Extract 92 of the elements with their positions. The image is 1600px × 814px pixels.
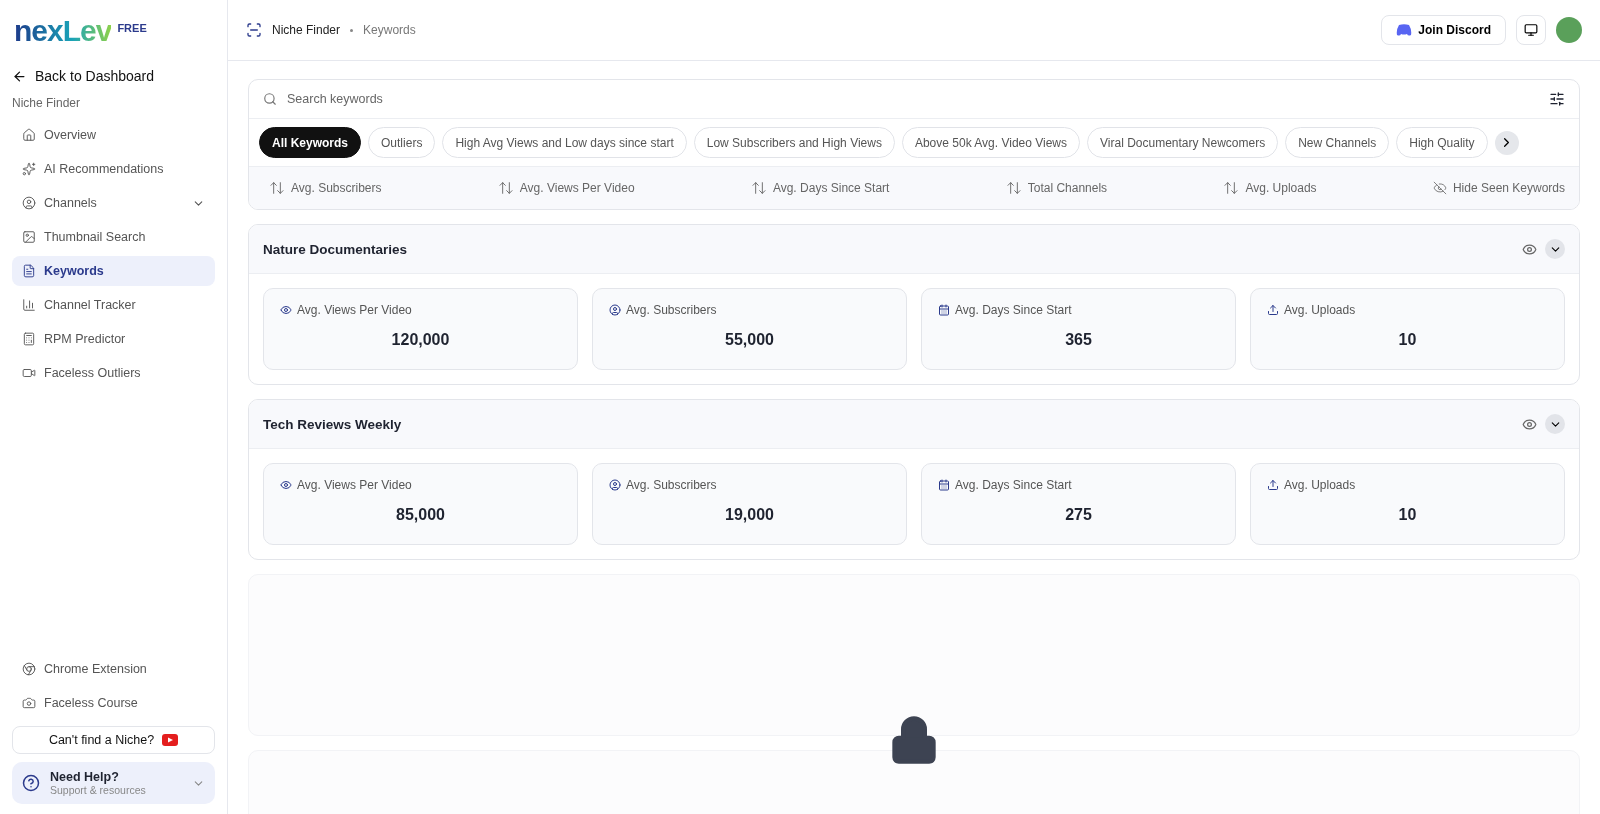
stat-label: Avg. Views Per Video [297, 303, 412, 317]
niche-title: Nature Documentaries [263, 241, 409, 257]
separator-dot [350, 28, 354, 32]
sort-button[interactable]: Total Channels [1005, 180, 1108, 196]
stat-value: 85,000 [395, 506, 446, 524]
sort-button[interactable]: Avg. Views Per Video [497, 180, 635, 196]
stat-label: Avg. Uploads [1284, 478, 1356, 492]
document-icon [22, 264, 36, 278]
calendar-icon [938, 304, 950, 316]
bar-chart-icon [22, 298, 36, 312]
filter-chip[interactable]: Viral Documentary Newcomers [1087, 127, 1279, 158]
help-panel[interactable]: Need Help? Support & resources [12, 762, 215, 804]
sort-icon [1223, 180, 1240, 196]
stat-value: 10 [1397, 331, 1418, 349]
camera-icon [22, 696, 36, 710]
sidebar-item[interactable]: Faceless Outliers [12, 358, 215, 388]
breadcrumb[interactable]: Niche Finder [272, 23, 341, 37]
help-icon [22, 774, 40, 792]
sort-icon [1005, 180, 1022, 196]
sparkle-icon [22, 162, 36, 176]
gamepad-icon [1396, 24, 1413, 36]
sidebar-item[interactable]: AI Recommendations [12, 154, 215, 184]
search-icon [263, 92, 277, 106]
sidebar-link[interactable]: Faceless Course [12, 688, 215, 718]
sort-button[interactable]: Avg. Uploads [1223, 180, 1317, 196]
eye-icon [280, 304, 292, 316]
sidebar-item[interactable]: Overview [12, 120, 215, 150]
video-icon [22, 366, 36, 380]
stat-label: Avg. Subscribers [626, 303, 717, 317]
play-icon [162, 734, 179, 746]
plan-label: FREE [117, 22, 147, 34]
sort-button[interactable]: Avg. Days Since Start [750, 180, 890, 196]
stat-value: 55,000 [724, 331, 775, 349]
image-icon [22, 230, 36, 244]
filter-chip[interactable]: High Avg Views and Low days since start [442, 127, 687, 158]
sort-icon [750, 180, 767, 196]
hide-seen-button[interactable]: Hide Seen Keywords [1432, 181, 1565, 195]
find-niche-button[interactable]: Can't find a Niche? [12, 726, 215, 754]
help-subtitle: Support & resources [50, 784, 147, 796]
next-button[interactable] [1494, 130, 1519, 155]
filter-chip[interactable]: High Quality [1396, 127, 1488, 158]
stat-label: Avg. Days Since Start [955, 478, 1072, 492]
stat-value: 275 [1064, 506, 1093, 524]
stat-value: 19,000 [724, 506, 775, 524]
avatar[interactable] [1556, 17, 1582, 43]
monitor-button[interactable] [1516, 15, 1546, 45]
monitor-icon [1524, 23, 1538, 37]
stat-value: 120,000 [390, 331, 451, 349]
breadcrumb: Keywords [363, 23, 416, 37]
stat-label: Avg. Uploads [1284, 303, 1356, 317]
help-title: Need Help? [50, 770, 120, 784]
sidebar-item[interactable]: Channels [12, 188, 215, 218]
sort-button[interactable]: Avg. Subscribers [269, 180, 382, 196]
search-field[interactable]: Search keywords [285, 91, 1541, 107]
stat-value: 365 [1064, 331, 1093, 349]
niche-title: Tech Reviews Weekly [263, 416, 403, 432]
sidebar-item[interactable]: Channel Tracker [12, 290, 215, 320]
sidebar-item[interactable]: RPM Predictor [12, 324, 215, 354]
sort-icon [497, 180, 514, 196]
stat-label: Avg. Views Per Video [297, 478, 412, 492]
user-icon [609, 479, 621, 491]
filter-chip[interactable]: Low Subscribers and High Views [693, 127, 895, 158]
filter-icon[interactable] [1549, 91, 1565, 107]
sidebar-link[interactable]: Chrome Extension [12, 654, 215, 684]
discord-button[interactable]: Join Discord [1381, 15, 1506, 45]
stat-label: Avg. Subscribers [626, 478, 717, 492]
stat-value: 10 [1397, 506, 1418, 524]
filter-chip[interactable]: All Keywords [259, 127, 362, 158]
filter-chip[interactable]: New Channels [1285, 127, 1390, 158]
upload-icon [1267, 479, 1279, 491]
calculator-icon [22, 332, 36, 346]
eye-icon [280, 479, 292, 491]
stat-label: Avg. Days Since Start [955, 303, 1072, 317]
back-link[interactable]: Back to Dashboard [12, 68, 215, 84]
eye-off-icon [1432, 181, 1447, 195]
eye-icon[interactable] [1522, 416, 1537, 432]
user-icon [22, 196, 36, 210]
filter-chip[interactable]: Outliers [368, 127, 436, 158]
sidebar-item[interactable]: Keywords [12, 256, 215, 286]
upload-icon [1267, 304, 1279, 316]
calendar-icon [938, 479, 950, 491]
user-icon [609, 304, 621, 316]
section-label: Niche Finder [12, 96, 82, 110]
chrome-icon [22, 662, 36, 676]
home-icon [22, 128, 36, 142]
filter-chip[interactable]: Above 50k Avg. Video Views [901, 127, 1081, 158]
expand-button[interactable] [1545, 239, 1565, 259]
sidebar-item[interactable]: Thumbnail Search [12, 222, 215, 252]
sort-icon [269, 180, 285, 196]
scan-icon [246, 22, 262, 38]
eye-icon[interactable] [1522, 241, 1537, 257]
expand-button[interactable] [1545, 414, 1565, 434]
